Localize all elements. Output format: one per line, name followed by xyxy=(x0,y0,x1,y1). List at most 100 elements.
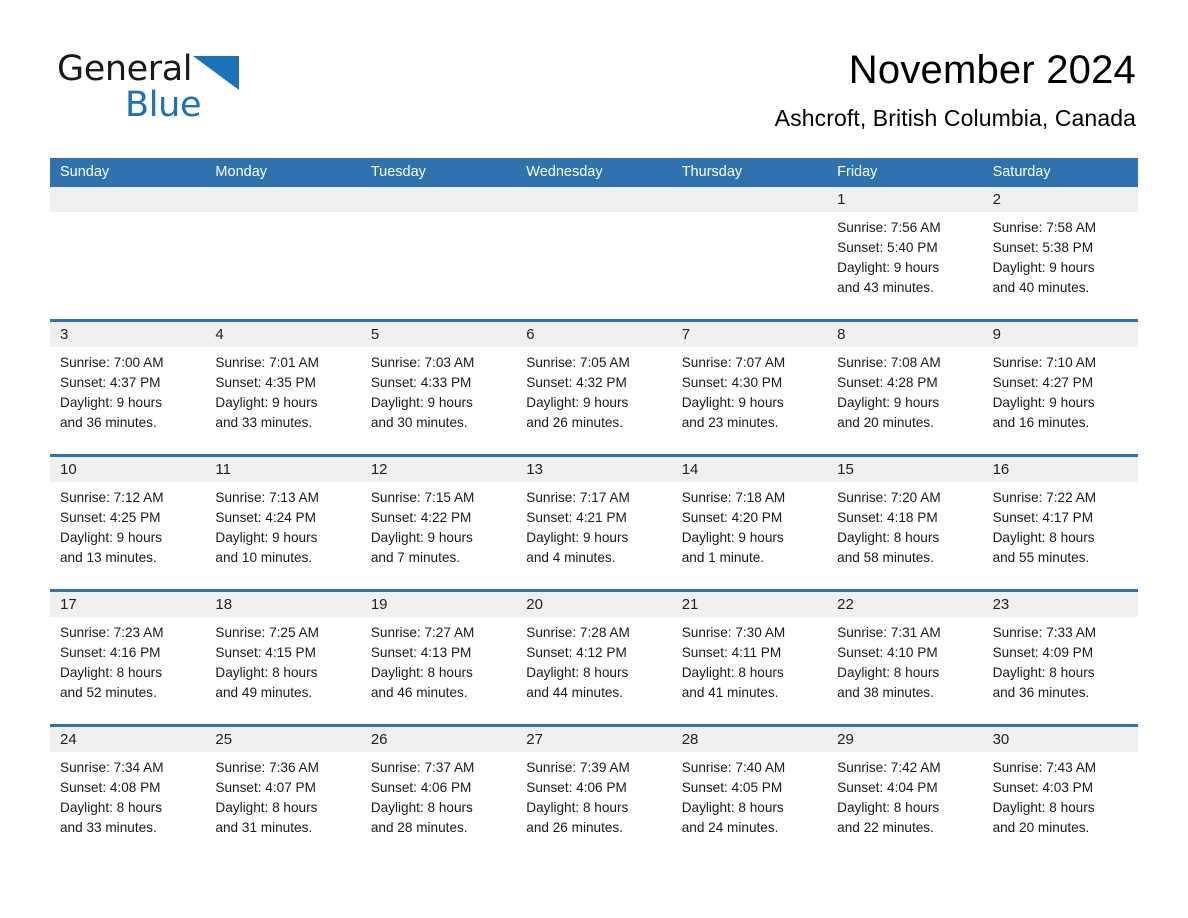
day-details: Sunrise: 7:07 AM Sunset: 4:30 PM Daylight:… xyxy=(672,347,827,433)
day-cell[interactable]: 18 Sunrise: 7:25 AM Sunset: 4:15 PM Dayligh… xyxy=(205,592,361,724)
day-cell[interactable]: 23 Sunrise: 7:33 AM Sunset: 4:09 PM Dayligh… xyxy=(982,592,1138,724)
daylight-duration-line-2: and 46 minutes. xyxy=(370,685,468,700)
sunrise-time: Sunrise: 7:20 AM xyxy=(837,490,941,505)
daylight-duration-line-1: Daylight: 8 hours xyxy=(992,665,1095,680)
sunrise-time: Sunrise: 7:42 AM xyxy=(837,760,941,775)
daylight-duration-line-2: and 20 minutes. xyxy=(992,820,1090,835)
day-details: Sunrise: 7:15 AM Sunset: 4:22 PM Daylight:… xyxy=(361,482,516,568)
day-cell[interactable]: 14 Sunrise: 7:18 AM Sunset: 4:20 PM Dayligh… xyxy=(671,457,828,589)
logo-triangle-icon xyxy=(193,56,240,97)
day-cell[interactable]: 29 Sunrise: 7:42 AM Sunset: 4:04 PM Dayligh… xyxy=(827,727,983,859)
logo-line-1: General xyxy=(57,52,317,92)
daylight-duration-line-2: and 24 minutes. xyxy=(681,820,779,835)
day-number: 3 xyxy=(50,322,206,347)
sunrise-time: Sunrise: 7:13 AM xyxy=(215,490,319,505)
sunset-time: Sunset: 4:06 PM xyxy=(526,780,627,795)
day-cell[interactable]: 12 Sunrise: 7:15 AM Sunset: 4:22 PM Dayligh… xyxy=(360,457,517,589)
day-number xyxy=(360,187,517,212)
daylight-duration-line-1: Daylight: 9 hours xyxy=(837,395,940,410)
day-cell[interactable]: 7 Sunrise: 7:07 AM Sunset: 4:30 PM Daylight… xyxy=(671,322,828,454)
sunset-time: Sunset: 4:28 PM xyxy=(837,375,938,390)
day-number: 7 xyxy=(671,322,828,347)
day-cell[interactable]: 19 Sunrise: 7:27 AM Sunset: 4:13 PM Dayligh… xyxy=(360,592,517,724)
daylight-duration-line-2: and 49 minutes. xyxy=(215,685,313,700)
daylight-duration-line-1: Daylight: 9 hours xyxy=(60,395,163,410)
day-cell-empty xyxy=(360,187,517,319)
day-cell[interactable]: 22 Sunrise: 7:31 AM Sunset: 4:10 PM Dayligh… xyxy=(827,592,983,724)
day-cell[interactable]: 17 Sunrise: 7:23 AM Sunset: 4:16 PM Dayligh… xyxy=(50,592,206,724)
day-details: Sunrise: 7:12 AM Sunset: 4:25 PM Daylight:… xyxy=(50,482,205,568)
day-cell[interactable]: 15 Sunrise: 7:20 AM Sunset: 4:18 PM Dayligh… xyxy=(827,457,983,589)
daylight-duration-line-1: Daylight: 8 hours xyxy=(370,800,473,815)
day-number: 22 xyxy=(827,592,983,617)
day-cell[interactable]: 16 Sunrise: 7:22 AM Sunset: 4:17 PM Dayligh… xyxy=(982,457,1138,589)
day-cell[interactable]: 11 Sunrise: 7:13 AM Sunset: 4:24 PM Dayligh… xyxy=(205,457,361,589)
day-number: 27 xyxy=(516,727,672,752)
day-number: 28 xyxy=(671,727,828,752)
daylight-duration-line-1: Daylight: 8 hours xyxy=(992,530,1095,545)
day-details: Sunrise: 7:00 AM Sunset: 4:37 PM Daylight:… xyxy=(50,347,205,433)
daylight-duration-line-1: Daylight: 9 hours xyxy=(992,260,1095,275)
day-cell[interactable]: 3 Sunrise: 7:00 AM Sunset: 4:37 PM Daylight… xyxy=(50,322,206,454)
sunrise-time: Sunrise: 7:03 AM xyxy=(370,355,475,370)
daylight-duration-line-2: and 36 minutes. xyxy=(992,685,1090,700)
day-number: 9 xyxy=(982,322,1138,347)
day-cell[interactable]: 4 Sunrise: 7:01 AM Sunset: 4:35 PM Daylight… xyxy=(205,322,361,454)
sunrise-time: Sunrise: 7:31 AM xyxy=(837,625,941,640)
daylight-duration-line-2: and 16 minutes. xyxy=(992,415,1090,430)
page-subtitle: Ashcroft, British Columbia, Canada xyxy=(774,104,1136,131)
day-number: 16 xyxy=(982,457,1138,482)
day-cell[interactable]: 8 Sunrise: 7:08 AM Sunset: 4:28 PM Daylight… xyxy=(827,322,983,454)
calendar-week-row: 17 Sunrise: 7:23 AM Sunset: 4:16 PM Dayligh… xyxy=(50,589,1138,724)
day-details: Sunrise: 7:05 AM Sunset: 4:32 PM Daylight:… xyxy=(516,347,671,433)
daylight-duration-line-2: and 40 minutes. xyxy=(992,280,1090,295)
sunrise-time: Sunrise: 7:10 AM xyxy=(992,355,1097,370)
day-cell[interactable]: 24 Sunrise: 7:34 AM Sunset: 4:08 PM Dayligh… xyxy=(50,727,206,859)
day-cell[interactable]: 6 Sunrise: 7:05 AM Sunset: 4:32 PM Daylight… xyxy=(516,322,672,454)
day-cell[interactable]: 26 Sunrise: 7:37 AM Sunset: 4:06 PM Dayligh… xyxy=(360,727,517,859)
day-cell[interactable]: 2 Sunrise: 7:58 AM Sunset: 5:38 PM Daylight… xyxy=(982,187,1138,319)
sunset-time: Sunset: 4:35 PM xyxy=(215,375,316,390)
day-details: Sunrise: 7:58 AM Sunset: 5:38 PM Daylight:… xyxy=(983,212,1138,298)
daylight-duration-line-2: and 41 minutes. xyxy=(681,685,779,700)
day-cell[interactable]: 1 Sunrise: 7:56 AM Sunset: 5:40 PM Daylight… xyxy=(827,187,983,319)
day-cell[interactable]: 28 Sunrise: 7:40 AM Sunset: 4:05 PM Dayligh… xyxy=(671,727,828,859)
day-number xyxy=(205,187,361,212)
sunrise-time: Sunrise: 7:15 AM xyxy=(370,490,475,505)
daylight-duration-line-2: and 13 minutes. xyxy=(60,550,157,565)
day-details: Sunrise: 7:03 AM Sunset: 4:33 PM Daylight:… xyxy=(361,347,516,433)
day-details: Sunrise: 7:08 AM Sunset: 4:28 PM Daylight:… xyxy=(827,347,982,433)
day-cell[interactable]: 20 Sunrise: 7:28 AM Sunset: 4:12 PM Dayligh… xyxy=(516,592,672,724)
day-details: Sunrise: 7:27 AM Sunset: 4:13 PM Daylight:… xyxy=(361,617,516,703)
sunrise-time: Sunrise: 7:18 AM xyxy=(681,490,786,505)
weekday-header-thursday: Thursday xyxy=(681,164,743,180)
day-number: 14 xyxy=(671,457,828,482)
sunset-time: Sunset: 4:18 PM xyxy=(837,510,938,525)
day-cell[interactable]: 10 Sunrise: 7:12 AM Sunset: 4:25 PM Dayligh… xyxy=(50,457,206,589)
sunset-time: Sunset: 5:40 PM xyxy=(837,240,938,255)
calendar-week-cells: 24 Sunrise: 7:34 AM Sunset: 4:08 PM Dayligh… xyxy=(50,727,1138,859)
daylight-duration-line-2: and 55 minutes. xyxy=(992,550,1090,565)
daylight-duration-line-1: Daylight: 9 hours xyxy=(526,530,629,545)
day-cell[interactable]: 27 Sunrise: 7:39 AM Sunset: 4:06 PM Dayligh… xyxy=(516,727,672,859)
day-cell[interactable]: 25 Sunrise: 7:36 AM Sunset: 4:07 PM Dayligh… xyxy=(205,727,361,859)
daylight-duration-line-2: and 23 minutes. xyxy=(681,415,779,430)
day-cell[interactable]: 9 Sunrise: 7:10 AM Sunset: 4:27 PM Daylight… xyxy=(982,322,1138,454)
sunset-time: Sunset: 4:03 PM xyxy=(992,780,1094,795)
day-cell[interactable]: 13 Sunrise: 7:17 AM Sunset: 4:21 PM Dayligh… xyxy=(516,457,672,589)
sunset-time: Sunset: 4:25 PM xyxy=(60,510,161,525)
day-details: Sunrise: 7:23 AM Sunset: 4:16 PM Daylight:… xyxy=(50,617,205,703)
general-blue-logo[interactable]: General Blue xyxy=(57,52,317,124)
sunset-time: Sunset: 4:32 PM xyxy=(526,375,627,390)
calendar-page: General Blue November 2024 Ashcroft, Bri… xyxy=(0,0,1188,918)
daylight-duration-line-2: and 7 minutes. xyxy=(370,550,461,565)
day-cell[interactable]: 30 Sunrise: 7:43 AM Sunset: 4:03 PM Dayligh… xyxy=(982,727,1138,859)
sunrise-time: Sunrise: 7:37 AM xyxy=(370,760,475,775)
daylight-duration-line-1: Daylight: 8 hours xyxy=(215,665,318,680)
day-details: Sunrise: 7:17 AM Sunset: 4:21 PM Daylight:… xyxy=(516,482,671,568)
day-cell[interactable]: 21 Sunrise: 7:30 AM Sunset: 4:11 PM Dayligh… xyxy=(671,592,828,724)
day-details: Sunrise: 7:42 AM Sunset: 4:04 PM Daylight:… xyxy=(827,752,982,838)
sunrise-time: Sunrise: 7:30 AM xyxy=(681,625,786,640)
day-details: Sunrise: 7:56 AM Sunset: 5:40 PM Daylight:… xyxy=(827,212,982,298)
day-cell[interactable]: 5 Sunrise: 7:03 AM Sunset: 4:33 PM Daylight… xyxy=(360,322,517,454)
